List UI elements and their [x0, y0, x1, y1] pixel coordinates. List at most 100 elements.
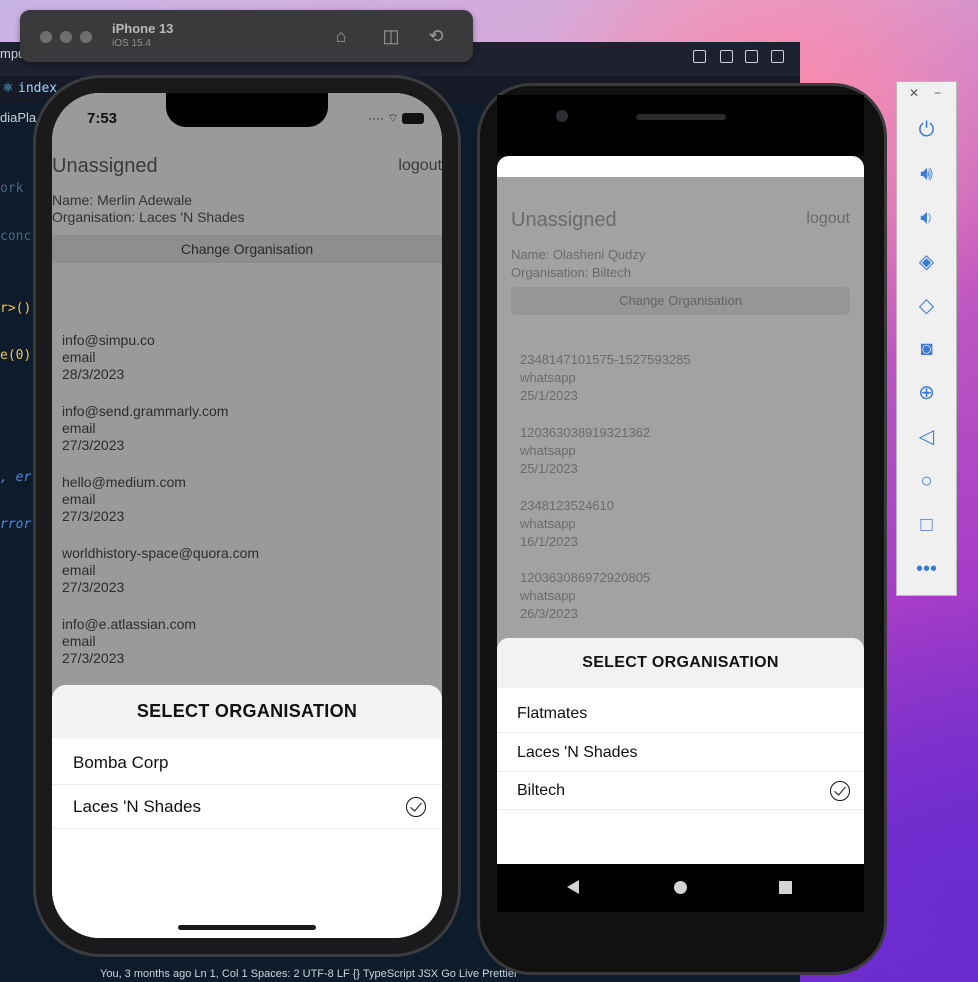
- list-item[interactable]: worldhistory-space@quora.com email 27/3/…: [62, 545, 259, 596]
- list-item[interactable]: info@simpu.co email 28/3/2023: [62, 332, 155, 383]
- speaker-grille: [636, 114, 726, 120]
- item-contact: hello@medium.com: [62, 474, 186, 490]
- sheet-title: SELECT ORGANISATION: [52, 685, 442, 738]
- close-panel-button[interactable]: ✕: [909, 86, 919, 100]
- organisation-text: Organisation: Biltech: [511, 265, 631, 280]
- volume-down-icon[interactable]: 🔉︎: [897, 203, 956, 233]
- user-name-text: Name: Merlin Adewale: [52, 192, 193, 208]
- rotate-icon[interactable]: ⟲: [425, 25, 447, 47]
- select-organisation-sheet: SELECT ORGANISATION Flatmates Laces 'N S…: [497, 638, 864, 864]
- option-laces-n-shades[interactable]: Laces 'N Shades: [52, 785, 442, 829]
- iphone-screen: 7:53 ···· ⌔ Unassigned logout Name: Merl…: [52, 93, 442, 938]
- item-channel: email: [62, 562, 96, 578]
- screenshot-icon[interactable]: ◫: [380, 25, 402, 47]
- signal-icon: ····: [368, 111, 385, 125]
- list-item[interactable]: 120363086972920805 whatsapp 26/3/2023: [520, 569, 650, 623]
- minimize-window-button[interactable]: [60, 31, 72, 43]
- layout-split-icon[interactable]: [745, 50, 758, 63]
- item-contact: 2348123524610: [520, 498, 614, 513]
- home-icon[interactable]: ○: [897, 466, 956, 496]
- item-date: 16/1/2023: [520, 534, 578, 549]
- organisation-text: Organisation: Laces 'N Shades: [52, 209, 245, 225]
- item-channel: whatsapp: [520, 443, 576, 458]
- option-label: Laces 'N Shades: [517, 744, 638, 761]
- layout-custom-icon[interactable]: [771, 50, 784, 63]
- camera-lens-icon: [556, 110, 568, 122]
- android-top-bezel: [497, 95, 864, 156]
- home-icon[interactable]: [674, 881, 687, 894]
- option-bomba-corp[interactable]: Bomba Corp: [52, 741, 442, 785]
- code-fragment: , er: [0, 470, 32, 485]
- item-channel: email: [62, 420, 96, 436]
- list-item[interactable]: info@send.grammarly.com email 27/3/2023: [62, 403, 228, 454]
- item-contact: worldhistory-space@quora.com: [62, 545, 260, 561]
- simulator-title-bar: iPhone 13 iOS 15.4 ⌂ ◫ ⟲: [20, 10, 473, 62]
- list-item[interactable]: hello@medium.com email 27/3/2023: [62, 474, 186, 525]
- home-icon[interactable]: ⌂: [330, 25, 352, 47]
- list-item[interactable]: info@e.atlassian.com email 27/3/2023: [62, 616, 196, 667]
- android-nav-bar: [497, 864, 864, 912]
- option-flatmates[interactable]: Flatmates: [497, 695, 864, 733]
- layout-panel-icon[interactable]: [693, 50, 706, 63]
- back-icon[interactable]: ◁: [897, 422, 956, 452]
- camera-icon[interactable]: ◙: [897, 334, 956, 364]
- overview-icon[interactable]: [779, 881, 792, 894]
- close-window-button[interactable]: [40, 31, 52, 43]
- logout-button[interactable]: logout: [806, 210, 850, 228]
- overview-icon[interactable]: □: [897, 510, 956, 540]
- item-date: 28/3/2023: [62, 366, 125, 382]
- item-channel: email: [62, 633, 96, 649]
- option-label: Biltech: [517, 782, 566, 799]
- item-date: 27/3/2023: [62, 579, 125, 595]
- code-fragment: rror: [0, 517, 32, 532]
- layout-bottom-icon[interactable]: [720, 50, 733, 63]
- option-laces-n-shades[interactable]: Laces 'N Shades: [497, 734, 864, 772]
- logout-button[interactable]: logout: [398, 157, 442, 175]
- code-fragment: ork: [0, 181, 24, 196]
- simulator-os-version: iOS 15.4: [112, 38, 151, 49]
- react-icon: ⚛: [2, 80, 14, 95]
- list-item[interactable]: 2348123524610 whatsapp 16/1/2023: [520, 497, 614, 551]
- sheet-title: SELECT ORGANISATION: [497, 638, 864, 688]
- list-item[interactable]: 2348147101575-1527593285 whatsapp 25/1/2…: [520, 351, 691, 405]
- android-screen: Unassigned logout Name: Olasheni Qudzy O…: [497, 156, 864, 864]
- code-fragment: conc: [0, 229, 32, 244]
- select-organisation-sheet: SELECT ORGANISATION Bomba Corp Laces 'N …: [52, 685, 442, 938]
- change-organisation-button[interactable]: Change Organisation: [52, 235, 442, 263]
- iphone-notch: [166, 93, 328, 127]
- change-organisation-button[interactable]: Change Organisation: [511, 287, 850, 315]
- item-channel: whatsapp: [520, 588, 576, 603]
- wifi-icon: ⌔: [387, 111, 399, 125]
- rotate-left-icon[interactable]: ◈: [897, 247, 956, 277]
- volume-up-icon[interactable]: 🔊︎: [897, 159, 956, 189]
- zoom-icon[interactable]: ⊕: [897, 378, 956, 408]
- item-date: 26/3/2023: [520, 606, 578, 621]
- item-date: 27/3/2023: [62, 508, 125, 524]
- option-biltech[interactable]: Biltech: [497, 772, 864, 810]
- option-label: Laces 'N Shades: [73, 797, 201, 816]
- rotate-right-icon[interactable]: ◇: [897, 291, 956, 321]
- item-contact: 120363038919321362: [520, 425, 651, 440]
- check-circle-icon: [830, 781, 850, 801]
- item-contact: info@simpu.co: [62, 332, 155, 348]
- power-icon[interactable]: ⏻: [897, 115, 956, 145]
- item-channel: email: [62, 491, 96, 507]
- minimize-panel-button[interactable]: −: [934, 86, 941, 100]
- item-channel: email: [62, 349, 96, 365]
- item-date: 27/3/2023: [62, 650, 125, 666]
- check-circle-icon: [406, 797, 426, 817]
- user-name-text: Name: Olasheni Qudzy: [511, 247, 646, 262]
- status-time: 7:53: [87, 110, 118, 127]
- back-icon[interactable]: [567, 880, 579, 894]
- option-label: Flatmates: [517, 705, 588, 722]
- more-icon[interactable]: •••: [897, 554, 956, 584]
- item-channel: whatsapp: [520, 370, 576, 385]
- code-fragment: e(0): [0, 348, 32, 363]
- list-item[interactable]: 120363038919321362 whatsapp 25/1/2023: [520, 424, 650, 478]
- page-title: Unassigned: [52, 155, 158, 177]
- item-channel: whatsapp: [520, 516, 576, 531]
- simulator-device-name: iPhone 13: [112, 21, 174, 36]
- zoom-window-button[interactable]: [80, 31, 92, 43]
- home-indicator[interactable]: [178, 925, 316, 930]
- item-contact: 120363086972920805: [520, 570, 651, 585]
